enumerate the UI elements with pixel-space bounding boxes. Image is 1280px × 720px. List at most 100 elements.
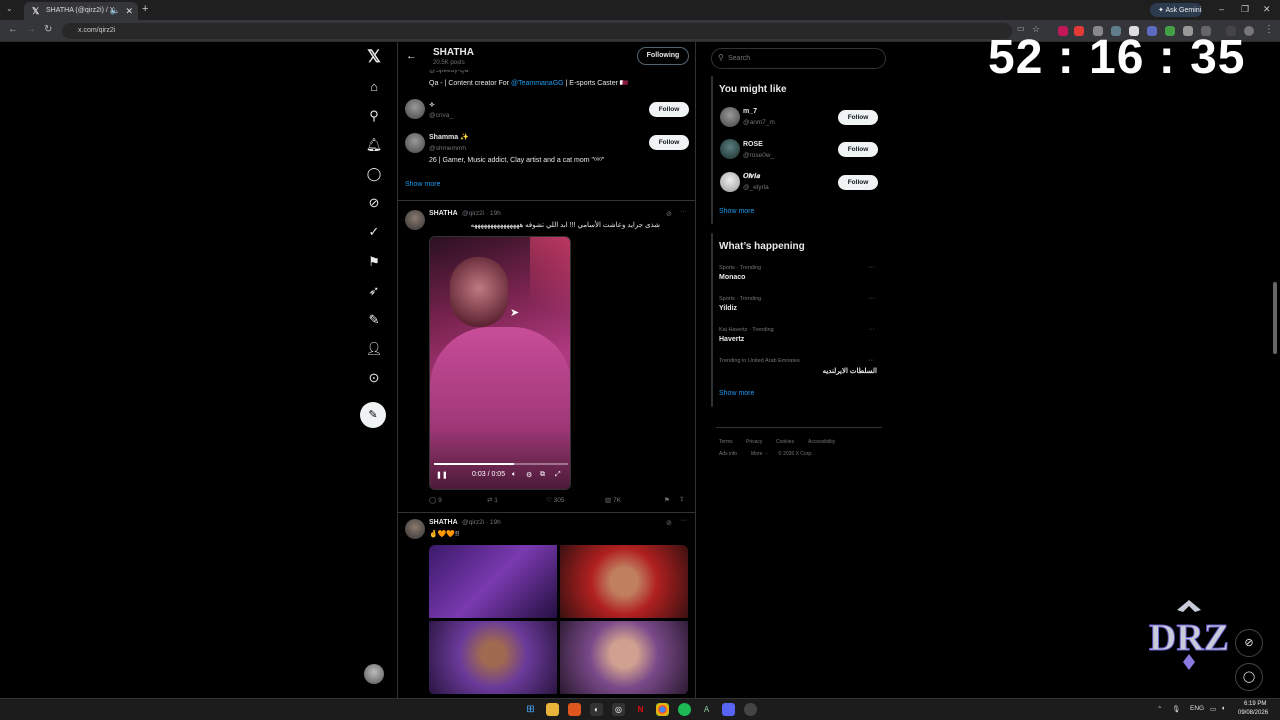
- language-indicator[interactable]: ENG: [1190, 705, 1204, 712]
- app-icon[interactable]: A: [700, 703, 713, 716]
- pause-icon[interactable]: ❚❚: [436, 471, 448, 479]
- chrome-icon[interactable]: [656, 703, 669, 716]
- repost-action[interactable]: ⇄ 1: [487, 496, 498, 504]
- explore-search-icon[interactable]: ⚲: [365, 107, 383, 125]
- clock-date[interactable]: 09/08/2026: [1238, 710, 1268, 716]
- more-icon[interactable]: ⊙: [365, 369, 383, 387]
- suggestion-name[interactable]: ✧: [429, 101, 435, 109]
- file-explorer-icon[interactable]: [546, 703, 559, 716]
- suggestion-name[interactable]: 𝑶𝒍𝒗𝒊𝒂: [743, 173, 760, 181]
- app-icon[interactable]: ◐: [590, 703, 603, 716]
- messages-float-button[interactable]: ◯: [1235, 663, 1263, 691]
- show-more-link[interactable]: Show more: [405, 181, 440, 188]
- video-progress-bar[interactable]: [434, 463, 568, 465]
- home-icon[interactable]: ⌂: [365, 78, 383, 96]
- articles-icon[interactable]: ✎: [365, 311, 383, 329]
- minimize-icon[interactable]: –: [1219, 4, 1224, 14]
- windows-start-icon[interactable]: ⊞: [524, 703, 537, 716]
- suggestion-name[interactable]: ROSE: [743, 141, 763, 148]
- ask-gemini-button[interactable]: ✦ Ask Gemini: [1150, 3, 1202, 17]
- footer-privacy-link[interactable]: Privacy: [746, 439, 762, 445]
- url-field[interactable]: x.com/qirz2i: [62, 23, 1012, 39]
- footer-terms-link[interactable]: Terms: [719, 439, 733, 445]
- app-icon[interactable]: [744, 703, 757, 716]
- post-avatar[interactable]: [405, 519, 425, 539]
- tray-chevron-icon[interactable]: ⌃: [1157, 705, 1162, 713]
- brave-icon[interactable]: [568, 703, 581, 716]
- following-button[interactable]: Following: [637, 47, 689, 65]
- suggestion-avatar[interactable]: [405, 99, 425, 119]
- app-icon[interactable]: ◎: [612, 703, 625, 716]
- post-avatar[interactable]: [405, 210, 425, 230]
- views-action[interactable]: ▥ 7K: [605, 496, 621, 504]
- trend-more-icon[interactable]: ···: [868, 295, 875, 302]
- post-more-icon[interactable]: ···: [680, 208, 687, 215]
- suggestion-name[interactable]: m_7: [743, 108, 757, 115]
- suggestion-avatar[interactable]: [720, 172, 740, 192]
- audio-icon[interactable]: 🔈: [110, 6, 120, 15]
- volume-icon[interactable]: 🔈︎: [512, 471, 516, 479]
- clock-time[interactable]: 6:19 PM: [1244, 701, 1266, 707]
- mention-link[interactable]: @TeammanaGG: [511, 80, 564, 87]
- reload-icon[interactable]: ↻: [44, 24, 52, 35]
- post-author-name[interactable]: SHATHA: [429, 210, 458, 217]
- netflix-icon[interactable]: N: [634, 703, 647, 716]
- follow-button[interactable]: Follow: [649, 135, 689, 150]
- window-close-icon[interactable]: ✕: [1263, 4, 1271, 15]
- follow-button[interactable]: Follow: [838, 110, 878, 125]
- business-rocket-icon[interactable]: ➶: [365, 282, 383, 300]
- suggestion-avatar[interactable]: [405, 133, 425, 153]
- follow-button[interactable]: Follow: [838, 175, 878, 190]
- fullscreen-icon[interactable]: ⤢: [555, 471, 561, 479]
- trend-more-icon[interactable]: ···: [868, 264, 875, 271]
- x-logo-icon[interactable]: 𝕏: [365, 48, 383, 66]
- verified-icon[interactable]: ✓: [365, 223, 383, 241]
- pip-icon[interactable]: ⧉: [540, 471, 545, 479]
- footer-ads-link[interactable]: Ads info: [719, 451, 737, 457]
- back-arrow-icon[interactable]: ←: [406, 50, 417, 62]
- bookmark-icon[interactable]: ⚑: [664, 496, 670, 504]
- notifications-bell-icon[interactable]: 🔔︎: [365, 136, 383, 154]
- restore-icon[interactable]: ❐: [1241, 4, 1249, 15]
- spotify-icon[interactable]: [678, 703, 691, 716]
- forward-icon[interactable]: →: [26, 24, 36, 35]
- like-action[interactable]: ♡ 305: [546, 496, 565, 504]
- footer-accessibility-link[interactable]: Accessibility: [808, 439, 835, 445]
- volume-icon[interactable]: 🔈︎: [1222, 705, 1226, 713]
- grok-icon[interactable]: ⊘: [666, 210, 672, 218]
- network-icon[interactable]: ▭: [1210, 705, 1216, 713]
- trend-name[interactable]: Havertz: [719, 336, 744, 343]
- grok-icon[interactable]: ⊘: [365, 194, 383, 212]
- footer-cookies-link[interactable]: Cookies: [776, 439, 794, 445]
- grok-icon[interactable]: ⊘: [666, 519, 672, 527]
- messages-icon[interactable]: ◯: [365, 165, 383, 183]
- collage-photo[interactable]: [560, 545, 688, 618]
- profile-icon[interactable]: 👤︎: [365, 340, 383, 358]
- collage-photo[interactable]: [429, 621, 557, 694]
- new-tab-icon[interactable]: +: [142, 3, 148, 15]
- discord-icon[interactable]: [722, 703, 735, 716]
- photo-collage[interactable]: [429, 545, 688, 695]
- trend-name[interactable]: السلطات الايرلنديه: [719, 367, 877, 375]
- tab-list-icon[interactable]: ⌄: [6, 4, 13, 13]
- post-author-name[interactable]: SHATHA: [429, 519, 458, 526]
- trend-name[interactable]: Monaco: [719, 274, 745, 281]
- close-tab-icon[interactable]: ✕: [125, 6, 133, 17]
- follow-button[interactable]: Follow: [838, 142, 878, 157]
- post-more-icon[interactable]: ···: [680, 517, 687, 524]
- search-input[interactable]: Search: [711, 48, 886, 69]
- back-icon[interactable]: ←: [8, 24, 18, 35]
- bookmarks-icon[interactable]: ⚑: [365, 253, 383, 271]
- grok-float-button[interactable]: ⊘: [1235, 629, 1263, 657]
- show-more-link[interactable]: Show more: [719, 208, 754, 215]
- trend-more-icon[interactable]: ···: [868, 357, 875, 364]
- follow-button[interactable]: Follow: [649, 102, 689, 117]
- compose-post-button[interactable]: ✎: [360, 402, 386, 428]
- reply-action[interactable]: ◯ 9: [429, 496, 442, 504]
- trend-more-icon[interactable]: ···: [868, 326, 875, 333]
- suggestion-avatar[interactable]: [720, 107, 740, 127]
- video-player[interactable]: ❚❚ 0:03 / 0:05 🔈︎ ⚙ ⧉ ⤢: [429, 236, 571, 490]
- collage-photo[interactable]: [560, 621, 688, 694]
- mic-icon[interactable]: 🎙︎: [1172, 705, 1180, 713]
- settings-gear-icon[interactable]: ⚙: [526, 471, 532, 479]
